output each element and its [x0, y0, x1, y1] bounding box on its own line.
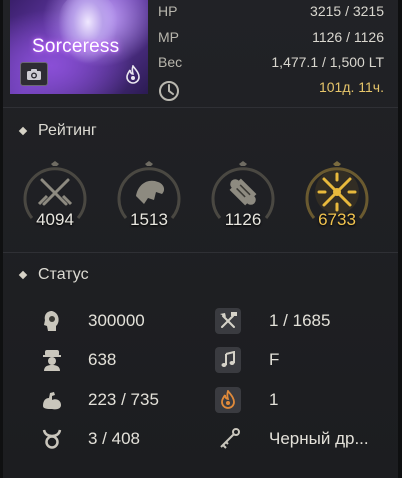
- stat-label: HP: [158, 3, 178, 19]
- rating-title-text: Рейтинг: [38, 122, 97, 139]
- status-value: 1: [269, 390, 279, 409]
- stat-value: 1,477.1 / 1,500 LT: [271, 54, 384, 70]
- axe-hammer-icon: [215, 308, 241, 334]
- flame-class-icon: [122, 64, 144, 86]
- diamond-bullet-icon: [18, 270, 28, 280]
- stat-hp: HP 3215 / 3215: [158, 3, 384, 25]
- status-value: 1 / 1685: [269, 311, 331, 330]
- rating-section-title: Рейтинг: [18, 122, 97, 140]
- stat-label: MP: [158, 29, 179, 45]
- status-item-crafting[interactable]: 1 / 1685: [215, 307, 385, 335]
- rating-item-life[interactable]: 1513: [114, 160, 184, 230]
- stat-value: 1126 / 1126: [312, 29, 384, 45]
- camera-button[interactable]: [20, 62, 48, 86]
- rating-item-total[interactable]: 6733: [302, 160, 372, 230]
- playtime-value: 101д. 11ч.: [318, 79, 384, 95]
- divider: [3, 107, 398, 108]
- status-item-key[interactable]: Черный др...: [215, 425, 385, 453]
- divider: [3, 252, 398, 253]
- clock-icon: [158, 80, 180, 102]
- stat-playtime: 101д. 11ч.: [158, 79, 384, 101]
- stat-weight: Вес 1,477.1 / 1,500 LT: [158, 54, 384, 76]
- flexed-arm-icon: [38, 386, 66, 414]
- music-note-icon: [215, 347, 241, 373]
- status-item-music[interactable]: F: [215, 346, 385, 374]
- status-item-energy[interactable]: 300000: [38, 307, 188, 335]
- diamond-bullet-icon: [18, 126, 28, 136]
- rating-value: 4094: [36, 210, 74, 229]
- head-icon: [38, 307, 66, 335]
- character-portrait[interactable]: Sorceress: [10, 0, 148, 94]
- status-value: Черный др...: [269, 429, 369, 448]
- stat-value: 3215 / 3215: [310, 3, 384, 19]
- rating-item-knowledge[interactable]: 1126: [208, 160, 278, 230]
- rating-value: 1126: [224, 210, 262, 229]
- character-info-panel: Sorceress HP 3215 / 3215 MP 1126 / 1126: [0, 0, 402, 478]
- status-value: 223 / 735: [88, 390, 159, 409]
- key-icon: [215, 425, 243, 453]
- status-value: F: [269, 350, 280, 369]
- fire-icon: [215, 387, 241, 413]
- stat-label: Вес: [158, 54, 183, 70]
- rating-item-combat[interactable]: 4094: [20, 160, 90, 230]
- officer-icon: [38, 346, 66, 374]
- status-item-fire[interactable]: 1: [215, 386, 385, 414]
- character-class-name: Sorceress: [32, 36, 120, 57]
- status-value: 3 / 408: [88, 429, 140, 448]
- rating-value: 1513: [130, 210, 168, 229]
- status-item-contribution[interactable]: 638: [38, 346, 188, 374]
- stat-mp: MP 1126 / 1126: [158, 29, 384, 51]
- status-item-breeding[interactable]: 3 / 408: [38, 425, 208, 453]
- status-title-text: Статус: [38, 266, 89, 283]
- status-value: 638: [88, 350, 117, 369]
- camera-icon: [27, 68, 41, 80]
- rating-value: 6733: [318, 210, 356, 229]
- status-value: 300000: [88, 311, 145, 330]
- taurus-icon: [38, 425, 66, 453]
- status-section-title: Статус: [18, 266, 89, 284]
- status-item-strength[interactable]: 223 / 735: [38, 386, 208, 414]
